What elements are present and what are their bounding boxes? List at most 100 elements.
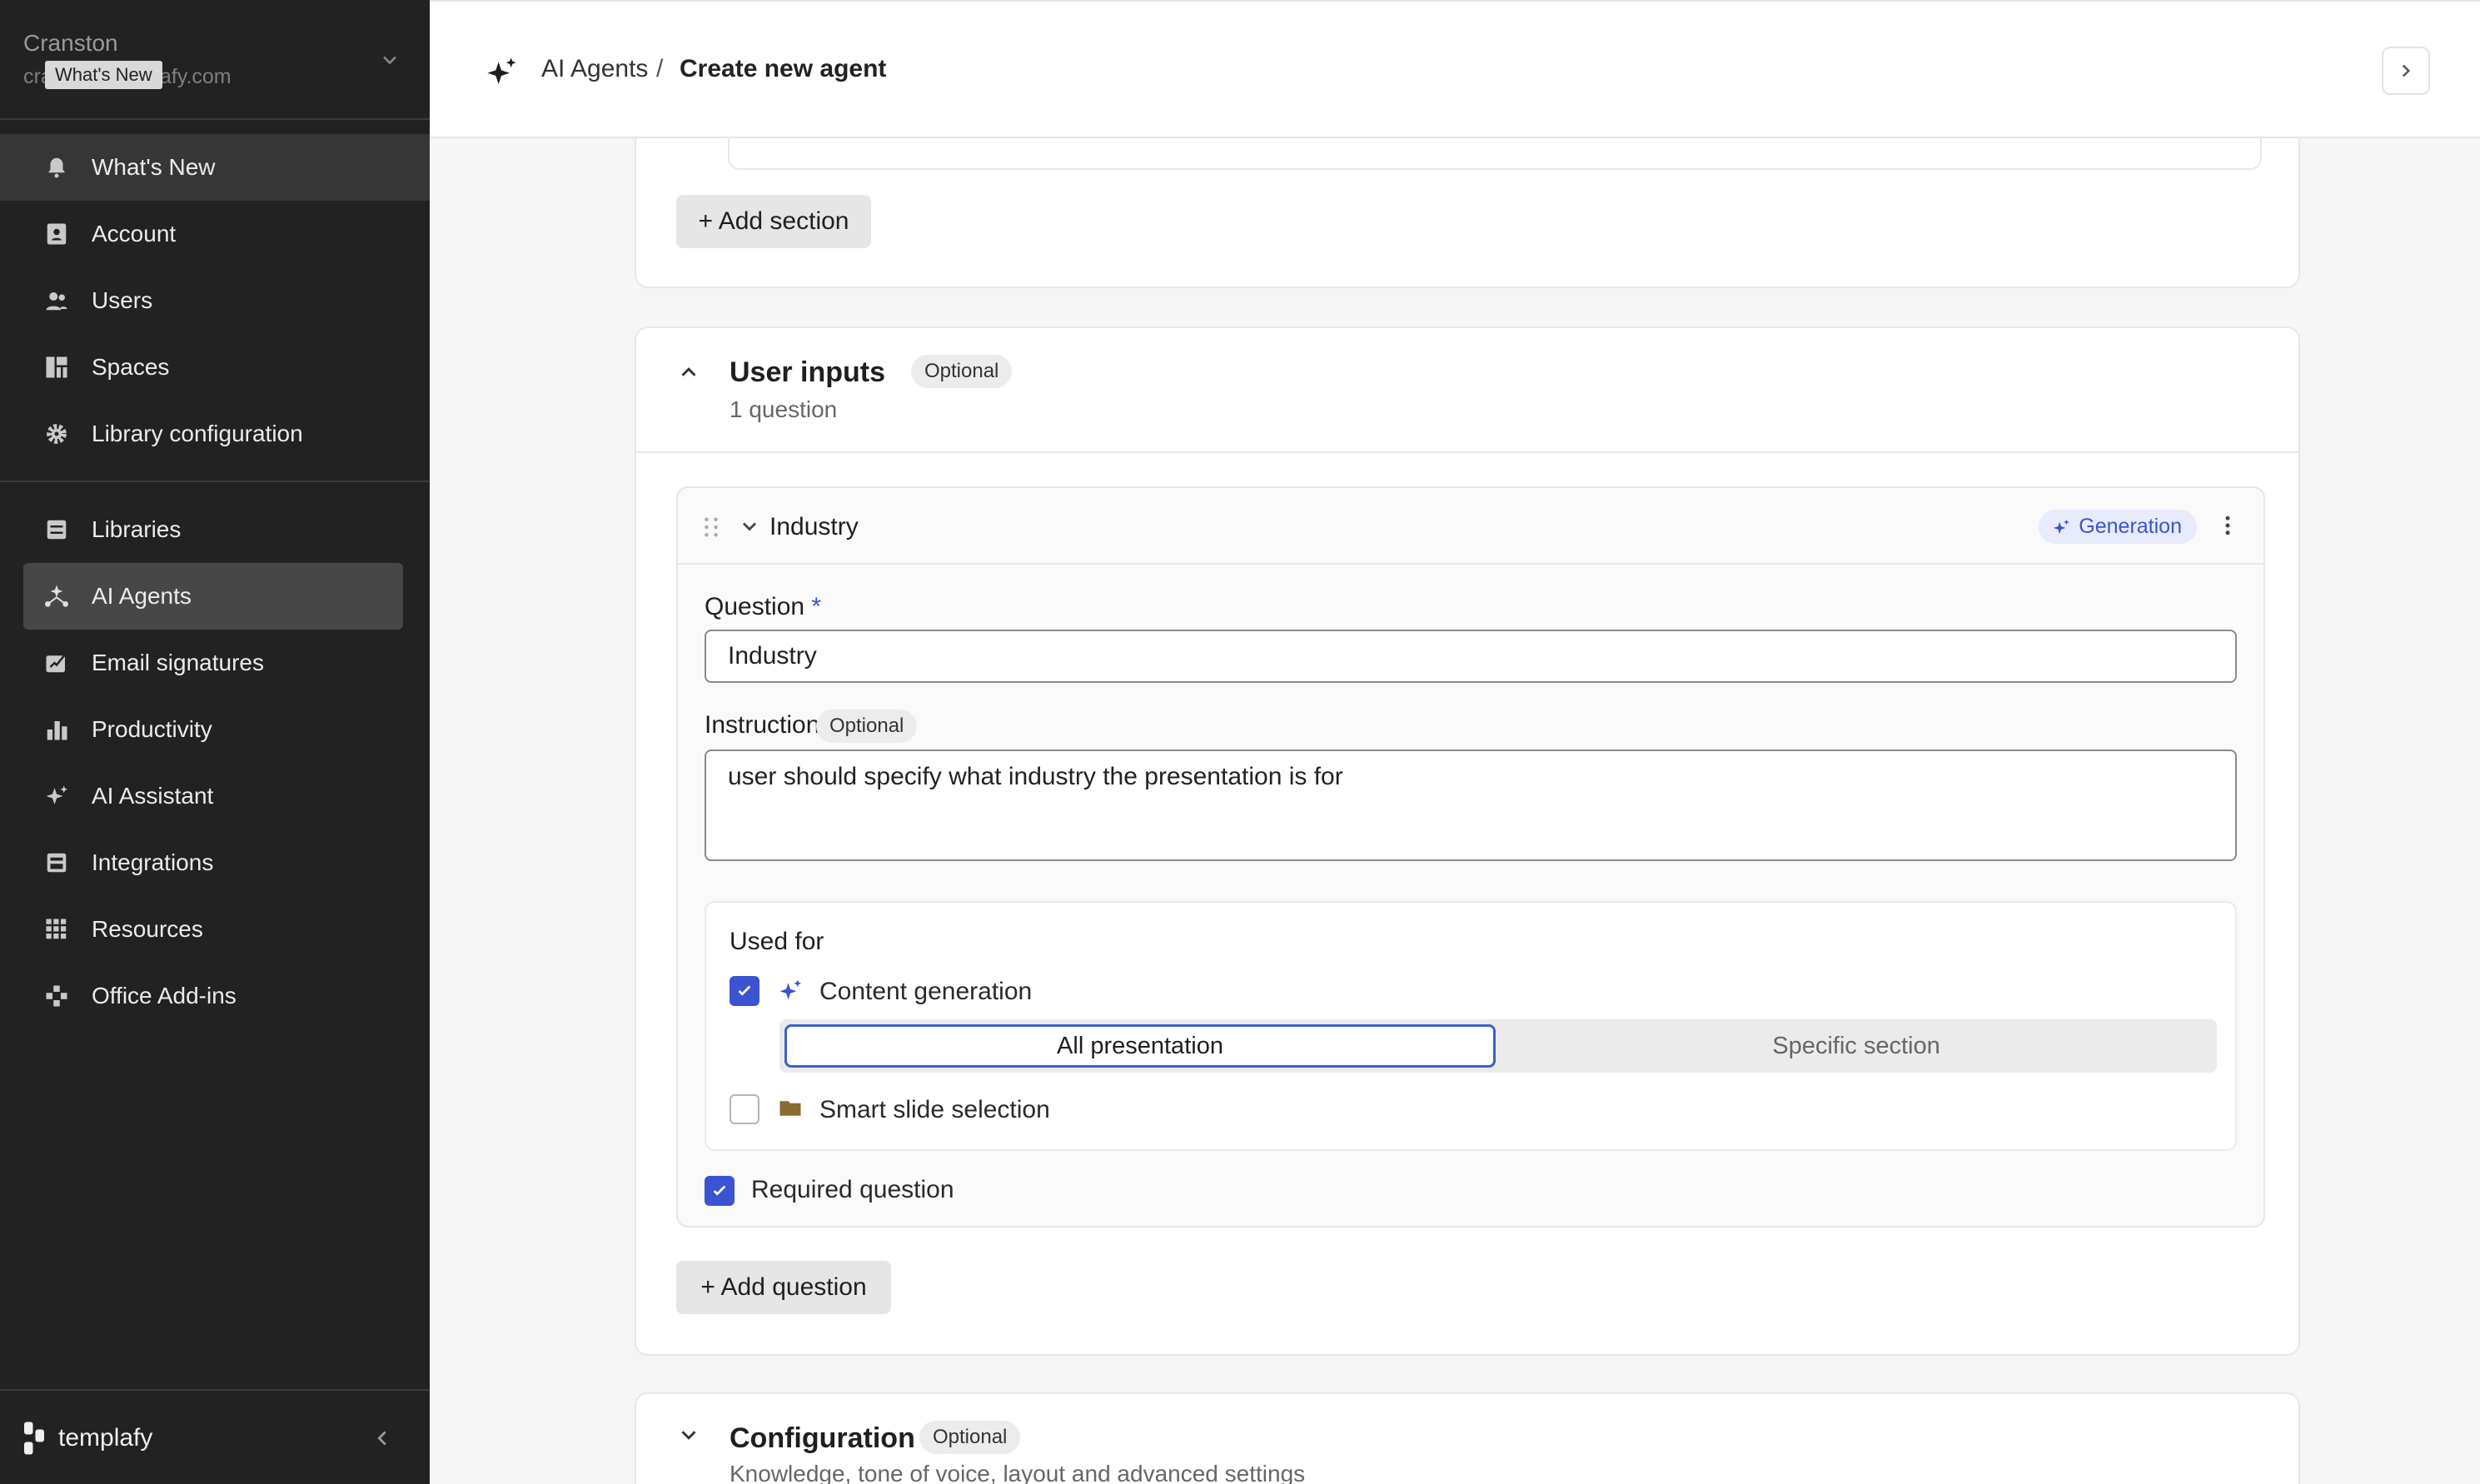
sparkle-icon xyxy=(779,979,802,1000)
required-question-label: Required question xyxy=(751,1176,954,1203)
optional-badge: Optional xyxy=(816,710,918,743)
integrations-icon xyxy=(38,844,75,881)
question-label-text: Question xyxy=(705,593,805,620)
question-header[interactable]: Industry Generation xyxy=(678,488,2263,565)
user-inputs-card: User inputs Optional 1 question Industry… xyxy=(635,326,2300,1356)
sidebar-item-libraries[interactable]: Libraries xyxy=(23,496,403,563)
sidebar-item-label: Email signatures xyxy=(92,650,264,675)
breadcrumb-parent[interactable]: AI Agents xyxy=(541,55,648,83)
top-bar: AI Agents / Create new agent xyxy=(430,0,2480,138)
content-generation-label: Content generation xyxy=(819,978,1033,1005)
sidebar-item-label: Library configuration xyxy=(92,421,303,446)
section-title: User inputs xyxy=(730,356,886,388)
sidebar-item-library-configuration[interactable]: Library configuration xyxy=(23,401,403,467)
agents-icon xyxy=(38,578,75,615)
resources-icon xyxy=(38,911,75,948)
sidebar-item-label: Office Add-ins xyxy=(92,983,237,1008)
spaces-icon xyxy=(38,349,75,386)
sidebar-item-label: Spaces xyxy=(92,354,170,380)
chevron-up-icon[interactable] xyxy=(676,360,701,385)
libraries-icon xyxy=(38,511,75,548)
templafy-logo: templafy xyxy=(22,1419,152,1457)
add-section-button[interactable]: + Add section xyxy=(676,195,871,248)
question-count: 1 question xyxy=(730,396,838,422)
section-title: Configuration xyxy=(730,1422,915,1454)
generation-badge: Generation xyxy=(2039,510,2197,544)
tooltip: What's New xyxy=(45,61,162,89)
card-divider xyxy=(636,451,2298,453)
segment-all-presentation[interactable]: All presentation xyxy=(784,1024,1496,1068)
segment-specific-section[interactable]: Specific section xyxy=(1501,1024,2212,1068)
sidebar-item-label: Resources xyxy=(92,916,203,942)
question-label: Question * xyxy=(705,593,821,621)
sidebar-item-email-signatures[interactable]: Email signatures xyxy=(23,630,403,696)
sidebar-item-spaces[interactable]: Spaces xyxy=(23,334,403,401)
sidebar-divider xyxy=(0,481,430,482)
chevron-down-icon[interactable] xyxy=(738,515,761,538)
optional-badge: Optional xyxy=(919,1421,1021,1454)
account-icon xyxy=(38,216,75,252)
sidebar-item-ai-assistant[interactable]: AI Assistant xyxy=(23,763,403,829)
check-icon xyxy=(713,1185,726,1196)
smart-slide-checkbox[interactable] xyxy=(730,1094,759,1124)
check-icon xyxy=(738,985,751,996)
question-card: Industry Generation Question * Industry … xyxy=(676,486,2265,1228)
sidebar-item-label: AI Agents xyxy=(92,583,192,609)
required-asterisk: * xyxy=(811,593,822,620)
sidebar-item-label: AI Assistant xyxy=(92,783,214,809)
signature-icon xyxy=(38,645,75,681)
content-generation-checkbox[interactable] xyxy=(730,976,759,1006)
brand-name: templafy xyxy=(58,1424,153,1452)
sidebar-item-users[interactable]: Users xyxy=(23,267,403,334)
optional-badge: Optional xyxy=(911,355,1013,388)
sidebar-item-label: Productivity xyxy=(92,716,212,742)
sidebar-item-ai-agents[interactable]: AI Agents xyxy=(23,563,403,630)
question-title: Industry xyxy=(769,513,859,540)
sidebar-item-integrations[interactable]: Integrations xyxy=(23,829,403,896)
sparkle-icon xyxy=(2054,519,2069,534)
instructions-label: Instructions xyxy=(705,711,833,739)
productivity-icon xyxy=(38,711,75,748)
tenant-switcher[interactable]: Cranston cranston.templafy.com What's Ne… xyxy=(0,0,430,120)
configuration-description: Knowledge, tone of voice, layout and adv… xyxy=(730,1461,1306,1484)
collapse-sidebar-icon[interactable] xyxy=(370,1426,395,1451)
sidebar: Cranston cranston.templafy.com What's Ne… xyxy=(0,0,430,1484)
sparkle-icon xyxy=(38,778,75,814)
expand-panel-button[interactable] xyxy=(2382,47,2430,95)
generation-badge-label: Generation xyxy=(2079,515,2182,538)
chevron-right-icon xyxy=(2402,64,2411,77)
sidebar-item-label: Libraries xyxy=(92,516,182,542)
breadcrumb-current: Create new agent xyxy=(680,55,887,82)
drag-handle-icon[interactable] xyxy=(703,516,720,538)
instructions-textarea[interactable]: user should specify what industry the pr… xyxy=(705,749,2237,861)
more-options-icon[interactable] xyxy=(2215,513,2240,538)
configuration-card: Configuration Optional Knowledge, tone o… xyxy=(635,1392,2300,1484)
sidebar-item-label: What's New xyxy=(92,154,216,180)
sidebar-item-label: Account xyxy=(92,221,177,247)
sidebar-item-productivity[interactable]: Productivity xyxy=(23,696,403,763)
gear-icon xyxy=(38,416,75,452)
main-content: + Add section User inputs Optional 1 que… xyxy=(430,0,2480,1484)
tenant-name: Cranston xyxy=(23,30,118,56)
sidebar-item-label: Users xyxy=(92,287,153,313)
smart-slide-label: Smart slide selection xyxy=(819,1096,1050,1123)
users-icon xyxy=(38,282,75,319)
scope-segmented-control: All presentation Specific section xyxy=(779,1019,2217,1073)
sidebar-item-resources[interactable]: Resources xyxy=(23,896,403,963)
sidebar-footer: templafy xyxy=(0,1389,430,1484)
breadcrumb-separator: / xyxy=(656,55,664,82)
folder-icon xyxy=(779,1101,801,1116)
sidebar-item-office-add-ins[interactable]: Office Add-ins xyxy=(23,963,403,1029)
chevron-down-icon[interactable] xyxy=(676,1422,701,1447)
sidebar-item-account[interactable]: Account xyxy=(23,201,403,267)
question-input[interactable]: Industry xyxy=(705,630,2237,683)
add-question-button[interactable]: + Add question xyxy=(676,1261,891,1314)
chevron-down-icon[interactable] xyxy=(378,48,401,72)
bell-icon xyxy=(38,149,75,186)
sparkle-icon xyxy=(487,57,516,84)
sidebar-item-whats-new[interactable]: What's New xyxy=(0,134,430,201)
addins-icon xyxy=(38,978,75,1014)
used-for-label: Used for xyxy=(730,928,824,955)
required-question-checkbox[interactable] xyxy=(705,1176,735,1206)
sidebar-item-label: Integrations xyxy=(92,849,214,875)
